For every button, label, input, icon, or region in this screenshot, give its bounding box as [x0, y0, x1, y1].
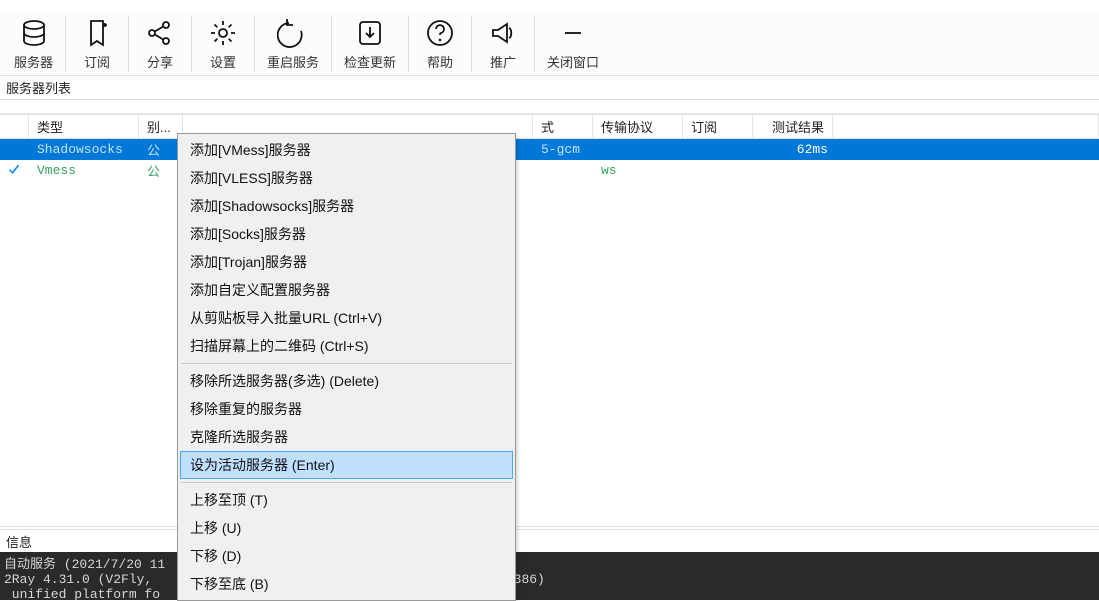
- server-grid: 类型 别... 式 传输协议 订阅 测试结果 Shadowsocks 公 5-g…: [0, 114, 1099, 181]
- row-encrypt: [533, 160, 593, 181]
- info-panel-title: 信息: [0, 530, 1099, 554]
- restart-label: 重启服务: [267, 52, 319, 71]
- menu-set-active[interactable]: 设为活动服务器 (Enter): [180, 451, 513, 479]
- row-marker: [0, 160, 29, 181]
- row-alias: 公: [139, 139, 183, 161]
- menu-add-socks[interactable]: 添加[Socks]服务器: [180, 220, 513, 248]
- subscription-label: 订阅: [84, 52, 110, 71]
- row-type: Vmess: [29, 160, 139, 181]
- row-test: 62ms: [753, 139, 833, 161]
- help-button[interactable]: 帮助: [411, 14, 469, 73]
- separator: [65, 16, 66, 72]
- separator: [331, 16, 332, 72]
- menu-move-bottom[interactable]: 下移至底 (B): [180, 570, 513, 598]
- row-alias: 公: [139, 160, 183, 181]
- servers-label: 服务器: [14, 52, 53, 71]
- log-line: unified platform fo: [4, 587, 160, 600]
- minus-icon: [556, 16, 590, 50]
- server-row[interactable]: Shadowsocks 公 5-gcm 62ms: [0, 139, 1099, 161]
- menu-add-trojan[interactable]: 添加[Trojan]服务器: [180, 248, 513, 276]
- close-window-button[interactable]: 关闭窗口: [537, 14, 609, 73]
- column-filler: [833, 115, 1099, 139]
- column-encrypt-tail[interactable]: 式: [533, 115, 593, 139]
- help-icon: [423, 16, 457, 50]
- settings-button[interactable]: 设置: [194, 14, 252, 73]
- log-line: 自动服务 (2021/7/20 11: [4, 557, 165, 572]
- log-output[interactable]: 自动服务 (2021/7/20 11 2Ray 4.31.0 (V2Fly,15…: [0, 552, 1099, 600]
- menu-scan-qr[interactable]: 扫描屏幕上的二维码 (Ctrl+S): [180, 332, 513, 360]
- row-sub: [683, 160, 753, 181]
- promo-button[interactable]: 推广: [474, 14, 532, 73]
- megaphone-icon: [486, 16, 520, 50]
- promo-label: 推广: [490, 52, 516, 71]
- main-toolbar: 服务器 订阅 分享 设置 重启服务 检查更新: [0, 10, 1099, 76]
- share-icon: [143, 16, 177, 50]
- log-line: 2Ray 4.31.0 (V2Fly,: [4, 572, 152, 587]
- column-alias[interactable]: 别...: [139, 115, 183, 139]
- menu-separator: [181, 363, 512, 364]
- update-label: 检查更新: [344, 52, 396, 71]
- server-row[interactable]: Vmess 公 ws: [0, 160, 1099, 181]
- check-update-button[interactable]: 检查更新: [334, 14, 406, 73]
- help-label: 帮助: [427, 52, 453, 71]
- column-marker[interactable]: [0, 115, 29, 139]
- row-transport: ws: [593, 160, 683, 181]
- separator: [191, 16, 192, 72]
- menu-move-top[interactable]: 上移至顶 (T): [180, 486, 513, 514]
- menu-add-shadowsocks[interactable]: 添加[Shadowsocks]服务器: [180, 192, 513, 220]
- menu-import-clipboard[interactable]: 从剪贴板导入批量URL (Ctrl+V): [180, 304, 513, 332]
- row-transport: [593, 139, 683, 161]
- subscription-button[interactable]: 订阅: [68, 14, 126, 73]
- column-transport[interactable]: 传输协议: [593, 115, 683, 139]
- menu-add-custom[interactable]: 添加自定义配置服务器: [180, 276, 513, 304]
- menu-clone[interactable]: 克隆所选服务器: [180, 423, 513, 451]
- servers-button[interactable]: 服务器: [4, 14, 63, 73]
- bookmark-plus-icon: [80, 16, 114, 50]
- row-test: [753, 160, 833, 181]
- separator: [471, 16, 472, 72]
- refresh-icon: [276, 16, 310, 50]
- restart-button[interactable]: 重启服务: [257, 14, 329, 73]
- column-type[interactable]: 类型: [29, 115, 139, 139]
- separator: [128, 16, 129, 72]
- settings-label: 设置: [210, 52, 236, 71]
- menu-add-vless[interactable]: 添加[VLESS]服务器: [180, 164, 513, 192]
- menu-add-vmess[interactable]: 添加[VMess]服务器: [180, 136, 513, 164]
- menu-move-up[interactable]: 上移 (U): [180, 514, 513, 542]
- gear-icon: [206, 16, 240, 50]
- menu-remove-duplicate[interactable]: 移除重复的服务器: [180, 395, 513, 423]
- menu-move-down[interactable]: 下移 (D): [180, 542, 513, 570]
- share-button[interactable]: 分享: [131, 14, 189, 73]
- server-context-menu: 添加[VMess]服务器 添加[VLESS]服务器 添加[Shadowsocks…: [177, 133, 516, 601]
- separator: [254, 16, 255, 72]
- separator: [408, 16, 409, 72]
- column-test-result[interactable]: 测试结果: [753, 115, 833, 139]
- row-sub: [683, 139, 753, 161]
- share-label: 分享: [147, 52, 173, 71]
- row-type: Shadowsocks: [29, 139, 139, 161]
- column-subscription[interactable]: 订阅: [683, 115, 753, 139]
- separator: [534, 16, 535, 72]
- database-icon: [17, 16, 51, 50]
- row-marker: [0, 139, 29, 161]
- download-icon: [353, 16, 387, 50]
- close-window-label: 关闭窗口: [547, 52, 599, 71]
- checkmark-icon: [8, 163, 20, 175]
- menu-remove-selected[interactable]: 移除所选服务器(多选) (Delete): [180, 367, 513, 395]
- server-list-title: 服务器列表: [0, 76, 1099, 100]
- row-encrypt: 5-gcm: [533, 139, 593, 161]
- menu-separator: [181, 482, 512, 483]
